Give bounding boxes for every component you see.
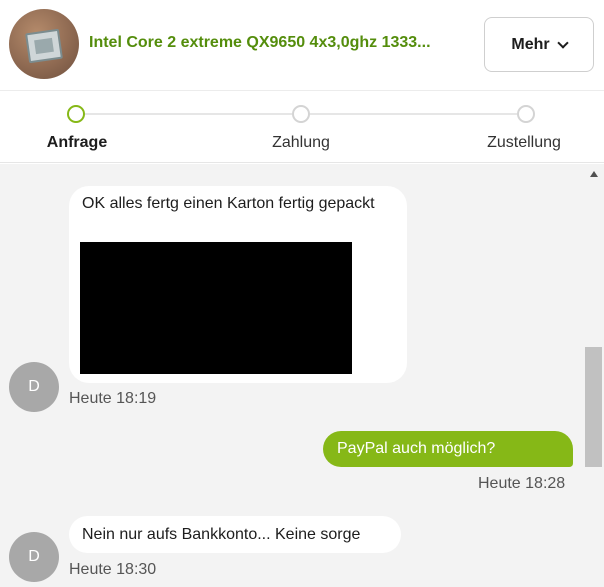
scroll-up-arrow-icon[interactable]	[590, 171, 598, 177]
step-connector	[85, 113, 292, 115]
cpu-image	[25, 28, 63, 64]
product-thumbnail[interactable]	[9, 9, 79, 79]
scrollbar[interactable]	[584, 164, 604, 587]
step-label-anfrage: Anfrage	[46, 134, 108, 151]
chevron-down-icon	[556, 36, 569, 49]
scrollbar-thumb[interactable]	[585, 347, 602, 467]
step-connector	[310, 113, 517, 115]
avatar[interactable]: D	[9, 362, 59, 412]
order-progress-stepper: Anfrage Zahlung Zustellung	[0, 90, 604, 163]
avatar[interactable]: D	[9, 532, 59, 582]
avatar-initial: D	[28, 548, 40, 565]
redacted-image[interactable]	[80, 242, 352, 374]
step-dot-anfrage	[67, 105, 85, 123]
step-label-zustellung: Zustellung	[487, 134, 561, 151]
message-thread[interactable]: OK alles fertg einen Karton fertig gepac…	[0, 164, 604, 587]
message-timestamp: Heute 18:19	[69, 390, 157, 407]
message-text: Nein nur aufs Bankkonto... Keine sorge	[82, 526, 361, 543]
message-text: OK alles fertg einen Karton fertig gepac…	[82, 195, 375, 212]
message-text: PayPal auch möglich?	[337, 440, 496, 457]
outgoing-message-bubble: PayPal auch möglich?	[323, 431, 573, 467]
incoming-message-bubble: OK alles fertg einen Karton fertig gepac…	[69, 186, 407, 383]
message-timestamp: Heute 18:30	[69, 561, 157, 578]
product-title[interactable]: Intel Core 2 extreme QX9650 4x3,0ghz 133…	[89, 34, 469, 52]
message-timestamp: Heute 18:28	[478, 475, 566, 492]
step-dot-zahlung	[292, 105, 310, 123]
more-button-label: Mehr	[511, 35, 550, 53]
avatar-initial: D	[28, 378, 40, 395]
step-dot-zustellung	[517, 105, 535, 123]
conversation-header: Intel Core 2 extreme QX9650 4x3,0ghz 133…	[0, 0, 604, 90]
more-button[interactable]: Mehr	[484, 17, 594, 72]
step-label-zahlung: Zahlung	[272, 134, 330, 151]
incoming-message-bubble: Nein nur aufs Bankkonto... Keine sorge	[69, 516, 401, 553]
